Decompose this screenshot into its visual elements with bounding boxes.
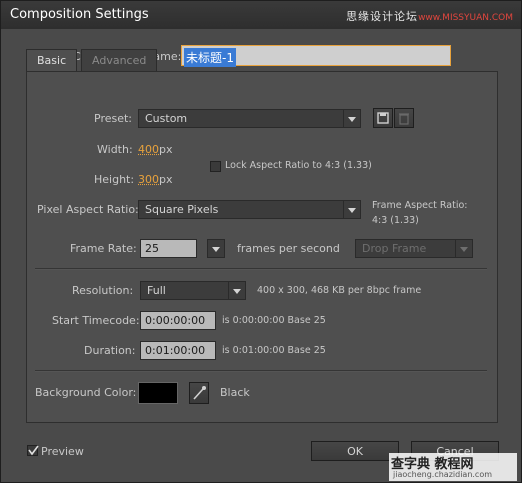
start-timecode-info: is 0:00:00:00 Base 25 xyxy=(222,315,326,326)
watermark-top-url: www.MISSYUAN.COM xyxy=(418,13,513,23)
save-icon xyxy=(377,112,389,124)
watermark-top: 思缘设计论坛www.MISSYUAN.COM xyxy=(346,8,513,24)
background-color-swatch[interactable] xyxy=(138,382,178,404)
checkmark-icon xyxy=(28,445,39,456)
tab-basic[interactable]: Basic xyxy=(26,49,78,71)
tab-basic-label: Basic xyxy=(37,54,67,67)
divider xyxy=(35,370,487,372)
eyedropper-button[interactable] xyxy=(189,382,209,404)
composition-name-field[interactable]: 未标题-1 xyxy=(181,45,451,67)
basic-panel: Preset: Custom Width: 400 px Height: 300… xyxy=(26,71,498,423)
frame-rate-unit: frames per second xyxy=(237,242,340,255)
resolution-value: Full xyxy=(147,284,166,297)
preset-label: Preset: xyxy=(94,112,133,125)
window-title: Composition Settings xyxy=(10,7,149,22)
eyedropper-icon xyxy=(193,386,206,400)
frame-aspect-label: Frame Aspect Ratio: xyxy=(372,200,468,211)
lock-aspect-label: Lock Aspect Ratio to 4:3 (1.33) xyxy=(225,160,372,171)
pixel-aspect-label: Pixel Aspect Ratio: xyxy=(37,203,139,216)
watermark-bottom: 查字典 教程网 jiaocheng.chazidian.com xyxy=(389,453,517,481)
height-label: Height: xyxy=(94,173,135,186)
chevron-down-icon xyxy=(455,240,472,257)
width-value[interactable]: 400 xyxy=(138,143,159,156)
resolution-label: Resolution: xyxy=(72,284,134,297)
delete-preset-button[interactable] xyxy=(394,108,414,128)
chevron-down-icon xyxy=(343,110,360,127)
start-timecode-label: Start Timecode: xyxy=(52,314,140,327)
background-color-name: Black xyxy=(220,386,250,399)
frame-aspect-value: 4:3 (1.33) xyxy=(372,215,419,226)
composition-settings-dialog: Composition Settings 思缘设计论坛www.MISSYUAN.… xyxy=(0,0,522,483)
preview-label: Preview xyxy=(41,445,84,458)
trash-icon xyxy=(399,113,409,125)
chevron-down-icon xyxy=(343,201,360,218)
frame-rate-value: 25 xyxy=(145,242,159,255)
chevron-down-icon xyxy=(228,282,245,299)
start-timecode-value: 0:00:00:00 xyxy=(145,314,206,327)
watermark-top-text: 思缘设计论坛 xyxy=(346,10,419,23)
duration-label: Duration: xyxy=(84,344,136,357)
start-timecode-field[interactable]: 0:00:00:00 xyxy=(140,311,216,330)
frame-rate-dropdown[interactable] xyxy=(207,239,225,258)
title-bar[interactable]: Composition Settings 思缘设计论坛www.MISSYUAN.… xyxy=(1,1,521,29)
composition-name-value: 未标题-1 xyxy=(184,48,236,67)
ok-button[interactable]: OK xyxy=(311,441,399,461)
tab-advanced[interactable]: Advanced xyxy=(81,49,158,71)
drop-frame-dropdown: Drop Frame xyxy=(355,239,473,258)
frame-rate-field[interactable]: 25 xyxy=(140,239,197,258)
save-preset-button[interactable] xyxy=(373,108,393,128)
drop-frame-value: Drop Frame xyxy=(362,242,427,255)
duration-value: 0:01:00:00 xyxy=(145,344,206,357)
duration-field[interactable]: 0:01:00:00 xyxy=(140,341,216,360)
chevron-down-icon xyxy=(208,240,224,257)
tab-advanced-label: Advanced xyxy=(92,54,147,67)
frame-rate-label: Frame Rate: xyxy=(70,242,137,255)
resolution-dropdown[interactable]: Full xyxy=(140,281,246,300)
lock-aspect-checkbox[interactable] xyxy=(210,161,221,172)
pixel-aspect-dropdown[interactable]: Square Pixels xyxy=(138,200,361,219)
divider xyxy=(35,268,487,270)
height-unit: px xyxy=(159,173,173,186)
width-label: Width: xyxy=(97,143,133,156)
preset-dropdown[interactable]: Custom xyxy=(138,109,361,128)
preset-value: Custom xyxy=(145,112,188,125)
height-value[interactable]: 300 xyxy=(138,173,159,186)
preview-checkbox[interactable] xyxy=(27,445,39,456)
background-color-label: Background Color: xyxy=(35,386,137,399)
duration-info: is 0:01:00:00 Base 25 xyxy=(222,345,326,356)
resolution-info: 400 x 300, 468 KB per 8bpc frame xyxy=(257,285,422,296)
width-unit: px xyxy=(159,143,173,156)
pixel-aspect-value: Square Pixels xyxy=(145,203,219,216)
ok-label: OK xyxy=(347,445,363,458)
watermark-bottom-url: jiaocheng.chazidian.com xyxy=(393,470,493,479)
